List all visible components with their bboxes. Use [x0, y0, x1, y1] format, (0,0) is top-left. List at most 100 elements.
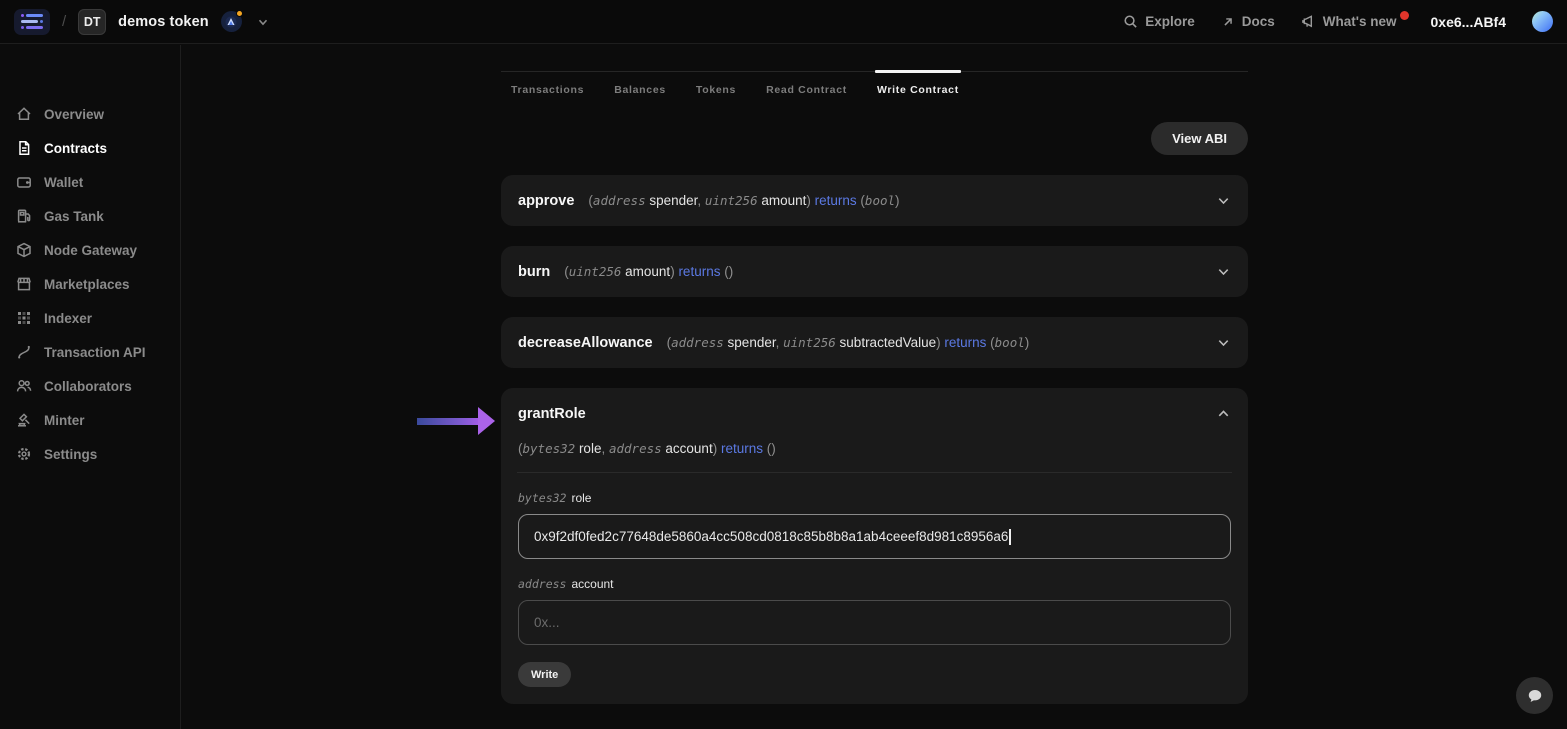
users-icon: [16, 378, 32, 394]
grid-icon: [16, 310, 32, 326]
write-button[interactable]: Write: [518, 662, 571, 687]
sidebar-item-marketplaces[interactable]: Marketplaces: [0, 267, 180, 301]
docs-link[interactable]: Docs: [1221, 14, 1275, 29]
chevron-down-icon[interactable]: [1216, 264, 1231, 279]
field-type: address: [518, 577, 566, 591]
storefront-icon: [16, 276, 32, 292]
app-window: / DT demos token: [0, 0, 1567, 729]
sidebar-item-contracts[interactable]: Contracts: [0, 131, 180, 165]
role-input-value: 0x9f2df0fed2c77648de5860a4cc508cd0818c85…: [534, 529, 1008, 544]
external-link-icon: [1221, 15, 1235, 29]
notification-dot: [1400, 11, 1409, 20]
chevron-down-icon: [256, 15, 270, 29]
wallet-address[interactable]: 0xe6...ABf4: [1431, 14, 1506, 30]
search-icon: [1123, 14, 1138, 29]
sidebar-item-label: Indexer: [44, 311, 92, 326]
text-cursor: [1009, 529, 1011, 545]
sidebar-item-indexer[interactable]: Indexer: [0, 301, 180, 335]
home-icon: [16, 106, 32, 122]
main-content: Transactions Balances Tokens Read Contract W…: [182, 45, 1567, 729]
tab-read-contract[interactable]: Read Contract: [764, 72, 849, 100]
function-card-approve: approve (address spender, uint256 amount…: [501, 175, 1248, 226]
chevron-down-icon[interactable]: [1216, 335, 1231, 350]
chat-bubble-icon: [1526, 687, 1544, 705]
sidebar-item-label: Minter: [44, 413, 85, 428]
logo-row: [21, 14, 43, 17]
wallet-icon: [16, 174, 32, 190]
sidebar-item-gas-tank[interactable]: Gas Tank: [0, 199, 180, 233]
sidebar-item-wallet[interactable]: Wallet: [0, 165, 180, 199]
sidebar-item-node-gateway[interactable]: Node Gateway: [0, 233, 180, 267]
role-input[interactable]: 0x9f2df0fed2c77648de5860a4cc508cd0818c85…: [518, 514, 1231, 559]
network-badge[interactable]: [221, 11, 242, 32]
project-avatar[interactable]: DT: [78, 9, 106, 35]
sidebar-item-label: Marketplaces: [44, 277, 130, 292]
app-logo[interactable]: [14, 9, 50, 35]
stamp-icon: [16, 412, 32, 428]
logo-dot: [21, 14, 24, 17]
route-icon: [16, 344, 32, 360]
sidebar-item-label: Overview: [44, 107, 104, 122]
field-label-role: bytes32role: [518, 491, 1231, 505]
breadcrumb-separator: /: [62, 13, 66, 30]
chat-launcher-button[interactable]: [1516, 677, 1553, 714]
tab-tokens[interactable]: Tokens: [694, 72, 738, 100]
sidebar-item-label: Node Gateway: [44, 243, 137, 258]
field-name: account: [571, 577, 613, 591]
network-status-dot: [236, 10, 243, 17]
docs-label: Docs: [1242, 14, 1275, 29]
top-bar: / DT demos token: [0, 0, 1567, 44]
cube-icon: [16, 242, 32, 258]
network-icon: [225, 16, 237, 28]
tab-balances[interactable]: Balances: [612, 72, 668, 100]
chevron-down-icon[interactable]: [1216, 193, 1231, 208]
function-header[interactable]: approve (address spender, uint256 amount…: [501, 175, 1248, 226]
explore-link[interactable]: Explore: [1123, 14, 1195, 29]
function-signature: (address spender, uint256 subtractedValu…: [667, 335, 1030, 350]
function-body: (bytes32 role, address account) returns …: [501, 441, 1248, 704]
function-signature: (bytes32 role, address account) returns …: [518, 441, 1231, 456]
top-bar-actions: Explore Docs What's new 0xe6...ABf4: [1123, 11, 1553, 32]
project-name[interactable]: demos token: [118, 14, 209, 30]
logo-row: [21, 26, 43, 29]
sidebar-item-settings[interactable]: Settings: [0, 437, 180, 471]
sidebar: Overview Contracts Wallet Gas Tank Node Gate…: [0, 45, 181, 729]
sidebar-item-minter[interactable]: Minter: [0, 403, 180, 437]
function-card-grantRole: grantRole (bytes32 role, address account…: [501, 388, 1248, 704]
sidebar-item-transaction-api[interactable]: Transaction API: [0, 335, 180, 369]
logo-bar: [21, 20, 38, 23]
logo-row: [21, 20, 43, 23]
function-name: decreaseAllowance: [518, 335, 653, 351]
whats-new-link[interactable]: What's new: [1301, 14, 1397, 29]
function-list: approve (address spender, uint256 amount…: [501, 175, 1248, 704]
account-avatar[interactable]: [1532, 11, 1553, 32]
sidebar-item-label: Transaction API: [44, 345, 146, 360]
logo-dot: [21, 26, 24, 29]
function-card-burn: burn (uint256 amount) returns (): [501, 246, 1248, 297]
contract-icon: [16, 140, 32, 156]
tab-write-contract[interactable]: Write Contract: [875, 72, 961, 100]
function-header[interactable]: burn (uint256 amount) returns (): [501, 246, 1248, 297]
sidebar-item-label: Collaborators: [44, 379, 132, 394]
function-card-decreaseAllowance: decreaseAllowance (address spender, uint…: [501, 317, 1248, 368]
project-switcher-button[interactable]: [256, 15, 270, 29]
chevron-up-icon[interactable]: [1216, 406, 1231, 421]
function-name: approve: [518, 193, 574, 209]
field-label-account: address account: [518, 577, 1231, 591]
function-signature: (address spender, uint256 amount) return…: [588, 193, 899, 208]
sidebar-item-overview[interactable]: Overview: [0, 97, 180, 131]
contract-tabs: Transactions Balances Tokens Read Contract W…: [501, 71, 1248, 100]
function-header[interactable]: grantRole: [501, 388, 1248, 439]
tab-transactions[interactable]: Transactions: [509, 72, 586, 100]
sidebar-item-label: Settings: [44, 447, 97, 462]
logo-bar: [26, 14, 43, 17]
view-abi-button[interactable]: View ABI: [1151, 122, 1248, 155]
function-header[interactable]: decreaseAllowance (address spender, uint…: [501, 317, 1248, 368]
toolbar: View ABI: [501, 122, 1248, 155]
sidebar-item-collaborators[interactable]: Collaborators: [0, 369, 180, 403]
field-name: role: [571, 491, 591, 505]
logo-bar: [26, 26, 43, 29]
account-input[interactable]: [518, 600, 1231, 645]
sidebar-item-label: Wallet: [44, 175, 83, 190]
sidebar-item-label: Contracts: [44, 141, 107, 156]
